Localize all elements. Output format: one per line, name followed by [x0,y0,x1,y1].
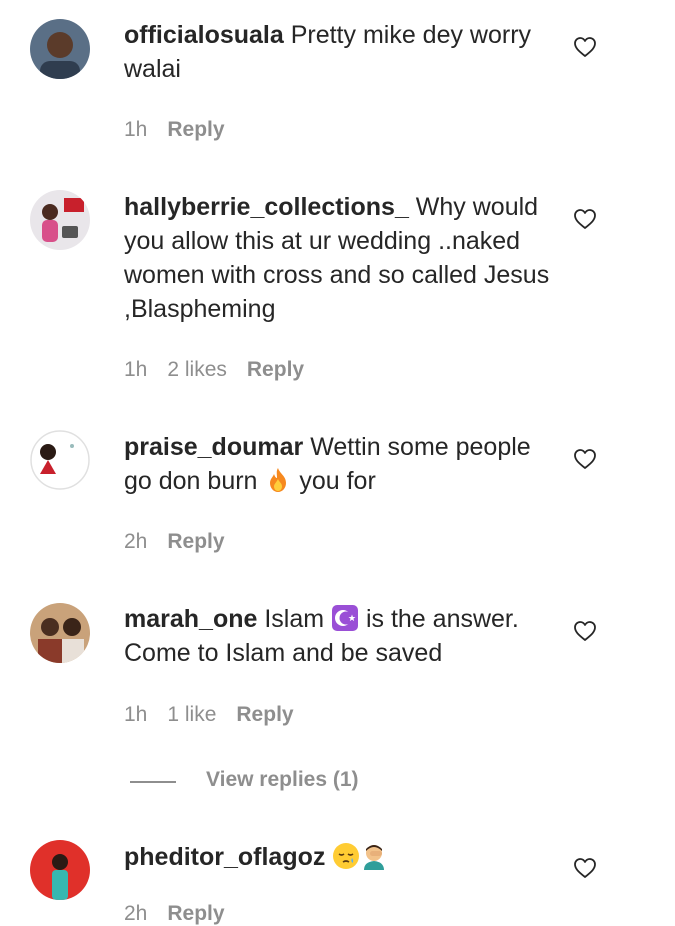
comment-username[interactable]: praise_doumar [124,433,303,461]
view-replies-divider [130,781,176,783]
reply-button[interactable]: Reply [167,902,224,925]
reply-button[interactable]: Reply [247,358,304,381]
reply-button[interactable]: Reply [236,703,293,726]
comment-username[interactable]: marah_one [124,605,257,633]
man-facepalming-icon [360,842,388,870]
like-count[interactable]: 1 like [167,703,216,726]
avatar[interactable] [30,603,90,663]
comment-time: 2h [124,902,148,925]
comment-time: 1h [124,358,148,381]
comment-username[interactable]: officialosuala [124,21,284,49]
comment-username[interactable]: hallyberrie_collections_ [124,193,409,221]
like-heart-icon[interactable] [573,207,597,231]
like-heart-icon[interactable] [573,447,597,471]
like-heart-icon[interactable] [573,35,597,59]
comment-time: 1h [124,703,148,726]
avatar[interactable] [30,430,90,490]
fire-emoji-icon [264,466,292,494]
comment-username[interactable]: pheditor_oflagoz [124,843,325,871]
comment-text-after: you for [292,467,376,495]
star-and-crescent-icon [331,604,359,632]
like-heart-icon[interactable] [573,619,597,643]
avatar[interactable] [30,190,90,250]
comment-time: 1h [124,118,148,141]
view-replies-label[interactable]: View replies (1) [206,768,359,792]
reply-button[interactable]: Reply [167,530,224,553]
comment-text-before: Islam [257,605,332,633]
reply-button[interactable]: Reply [167,118,224,141]
avatar[interactable] [30,840,90,900]
like-heart-icon[interactable] [573,856,597,880]
avatar[interactable] [30,19,90,79]
like-count[interactable]: 2 likes [167,358,227,381]
sleepy-face-icon [332,842,360,870]
comment-time: 2h [124,530,148,553]
